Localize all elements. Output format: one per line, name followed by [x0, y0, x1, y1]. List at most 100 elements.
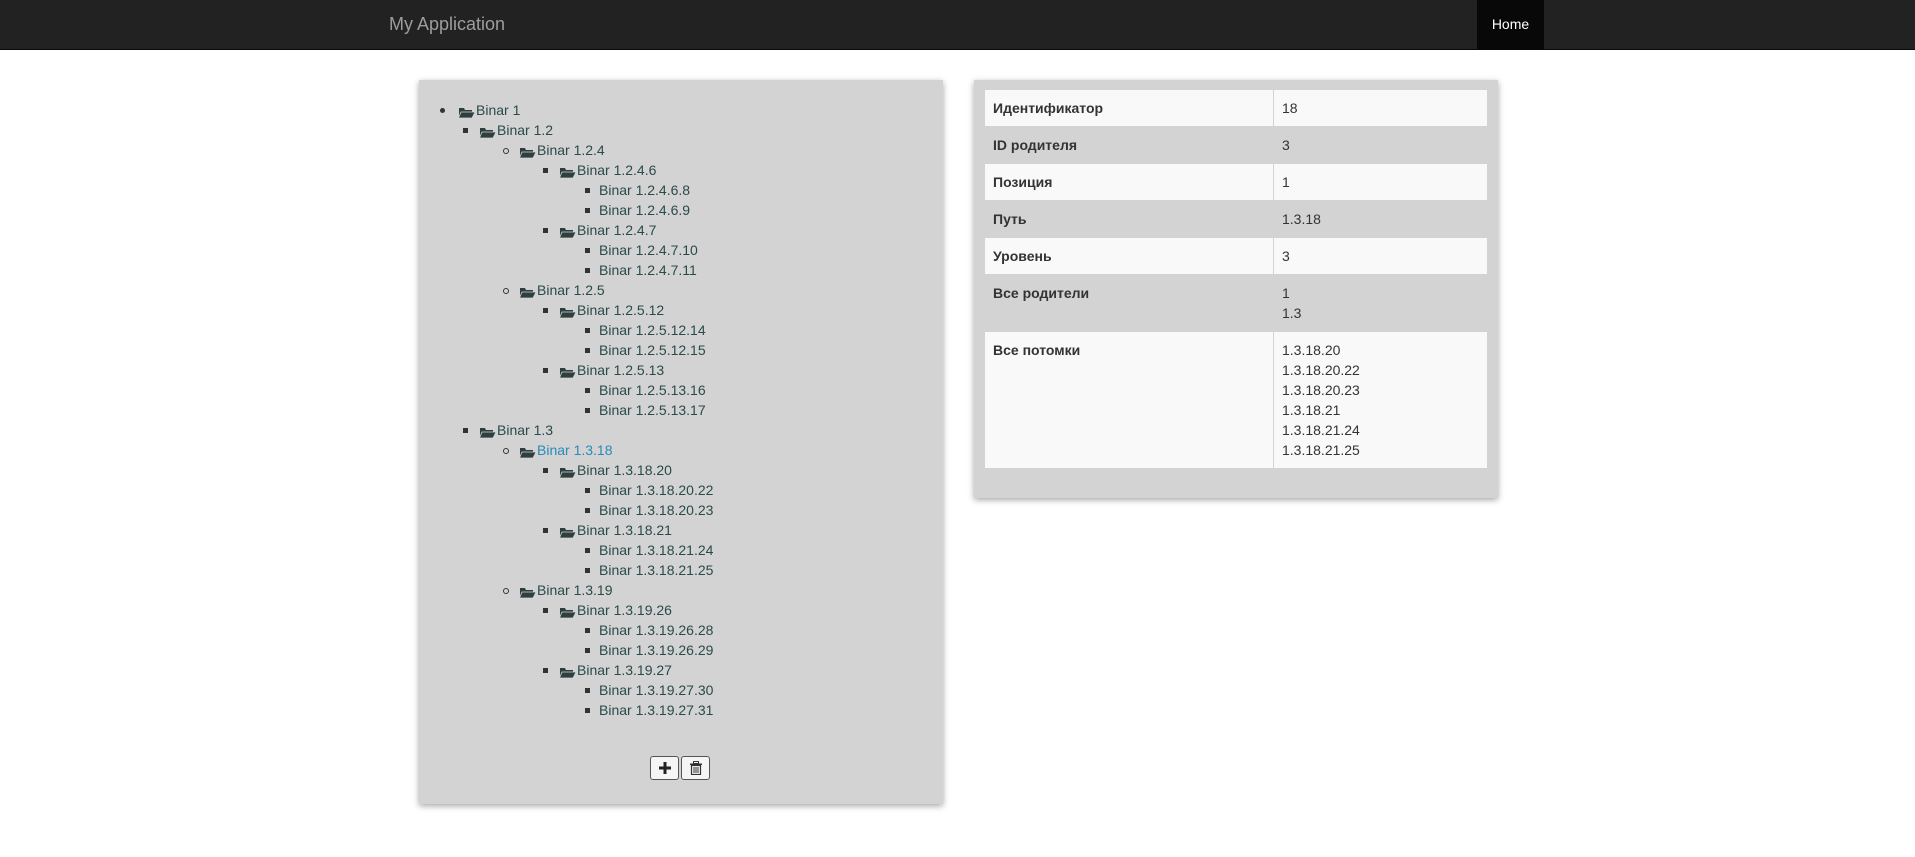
tree-bullet	[543, 368, 548, 373]
tree-bullet	[585, 648, 590, 653]
folder-open-icon	[558, 224, 577, 239]
details-row: Путь 1.3.18	[984, 200, 1488, 238]
folder-open-icon	[478, 124, 497, 139]
tree-node-link[interactable]: Binar 1.3.19.27.31	[599, 700, 713, 720]
tree-bullet	[585, 268, 590, 273]
tree-node-link[interactable]: Binar 1.2.4.6.9	[599, 200, 690, 220]
tree-bullet	[585, 348, 590, 353]
tree-node-link[interactable]: Binar 1.2.4.7	[577, 220, 656, 240]
tree-node-link[interactable]: Binar 1.3.19.26.29	[599, 640, 713, 660]
details-value-item: 3	[1282, 248, 1290, 264]
tree-node-link[interactable]: Binar 1.3.18.20	[577, 460, 672, 480]
tree-node-link[interactable]: Binar 1.3.19	[537, 580, 613, 600]
details-key: Все родители	[984, 274, 1274, 332]
tree-node-link[interactable]: Binar 1.2.5	[537, 280, 605, 300]
details-panel: Идентификатор 18 ID родителя 3 Позиция 1 Путь 1…	[974, 80, 1498, 498]
details-value-item: 18	[1282, 100, 1298, 116]
tree-bullet	[585, 408, 590, 413]
tree-bullet	[543, 528, 548, 533]
details-value: 1 1.3	[1273, 274, 1488, 332]
tree-bullet	[543, 608, 548, 613]
tree-bullet	[585, 688, 590, 693]
tree-bullet	[585, 568, 590, 573]
details-value: 18	[1273, 89, 1488, 127]
brand-link[interactable]: My Application	[389, 0, 505, 49]
details-value-item: 1.3.18.20	[1282, 342, 1341, 358]
tree-node-link[interactable]: Binar 1.2.4.7.11	[599, 260, 697, 280]
details-value-item: 1.3.18.21.25	[1282, 442, 1360, 458]
tree-node-link[interactable]: Binar 1.2.5.12.14	[599, 320, 706, 340]
details-value: 1	[1273, 163, 1488, 201]
details-value-item: 1.3	[1282, 305, 1302, 321]
folder-open-icon	[518, 584, 537, 599]
tree-node-link[interactable]: Binar 1.3.18.20.23	[599, 500, 713, 520]
tree-bullet	[543, 668, 548, 673]
tree-node-link[interactable]: Binar 1.2.5.13.17	[599, 400, 706, 420]
tree-node-link[interactable]: Binar 1.3.18.20.22	[599, 480, 713, 500]
details-key: Путь	[984, 200, 1274, 238]
tree-node-link[interactable]: Binar 1.2.4.6.8	[599, 180, 690, 200]
folder-open-icon	[558, 364, 577, 379]
tree-bullet	[585, 328, 590, 333]
tree-bullet	[585, 628, 590, 633]
folder-open-icon	[558, 164, 577, 179]
details-value: 3	[1273, 237, 1488, 275]
tree-bullet	[543, 308, 548, 313]
tree-node-link[interactable]: Binar 1.3.18	[537, 440, 613, 460]
tree-node-link[interactable]: Binar 1.2.5.13.16	[599, 380, 706, 400]
tree-bullet	[585, 508, 590, 513]
tree-node-link[interactable]: Binar 1.3.19.26.28	[599, 620, 713, 640]
tree-node-link[interactable]: Binar 1.2	[497, 120, 553, 140]
tree-node-link[interactable]: Binar 1.2.5.12	[577, 300, 664, 320]
tree-bullet	[503, 288, 509, 294]
tree-node-link[interactable]: Binar 1.2.5.13	[577, 360, 664, 380]
delete-node-button[interactable]	[681, 756, 710, 780]
tree-node-link[interactable]: Binar 1.2.5.12.15	[599, 340, 706, 360]
tree-node-link[interactable]: Binar 1	[476, 100, 520, 120]
details-key: Все потомки	[984, 331, 1274, 469]
add-node-button[interactable]	[650, 756, 679, 780]
tree-bullet	[503, 448, 509, 454]
tree-node-link[interactable]: Binar 1.3.18.21.24	[599, 540, 713, 560]
tree-node-link[interactable]: Binar 1.3.19.27	[577, 660, 672, 680]
tree-node-link[interactable]: Binar 1.3	[497, 420, 553, 440]
trash-icon	[689, 761, 702, 775]
details-value-item: 1.3.18.21	[1282, 402, 1341, 418]
tree-bullet	[543, 168, 548, 173]
details-value-item: 1	[1282, 285, 1290, 301]
details-value: 1.3.18	[1273, 200, 1488, 238]
details-row: Все родители 1 1.3	[984, 274, 1488, 332]
details-row: ID родителя 3	[984, 126, 1488, 164]
details-key: ID родителя	[984, 126, 1274, 164]
tree-bullet	[463, 128, 468, 133]
folder-open-icon	[478, 424, 497, 439]
details-key: Позиция	[984, 163, 1274, 201]
folder-open-icon	[558, 664, 577, 679]
tree-bullet	[585, 708, 590, 713]
tree-bullet	[440, 108, 445, 113]
details-value: 3	[1273, 126, 1488, 164]
tree-node-link[interactable]: Binar 1.2.4	[537, 140, 605, 160]
details-row: Позиция 1	[984, 163, 1488, 201]
details-row: Уровень 3	[984, 237, 1488, 275]
tree-node-link[interactable]: Binar 1.2.4.6	[577, 160, 656, 180]
folder-open-icon	[457, 104, 476, 119]
details-key: Идентификатор	[984, 89, 1274, 127]
tree-node-link[interactable]: Binar 1.3.19.26	[577, 600, 672, 620]
tree-node-link[interactable]: Binar 1.3.18.21	[577, 520, 672, 540]
top-navbar: My Application Home	[0, 0, 1915, 50]
details-key: Уровень	[984, 237, 1274, 275]
tree-node-link[interactable]: Binar 1.2.4.7.10	[599, 240, 698, 260]
details-value-item: 1.3.18.20.22	[1282, 362, 1360, 378]
tree-bullet	[503, 588, 509, 594]
tree-node-link[interactable]: Binar 1.3.18.21.25	[599, 560, 713, 580]
tree-bullet	[585, 388, 590, 393]
nav-home-link[interactable]: Home	[1477, 0, 1544, 49]
tree-panel: Binar 1 Binar 1.2 Binar 1.2.4 Binar 1.2.4.6…	[419, 80, 943, 804]
folder-open-icon	[558, 604, 577, 619]
tree-node-link[interactable]: Binar 1.3.19.27.30	[599, 680, 713, 700]
tree-bullet	[585, 548, 590, 553]
details-value-item: 1	[1282, 174, 1290, 190]
tree-bullet	[503, 148, 509, 154]
folder-open-icon	[518, 144, 537, 159]
